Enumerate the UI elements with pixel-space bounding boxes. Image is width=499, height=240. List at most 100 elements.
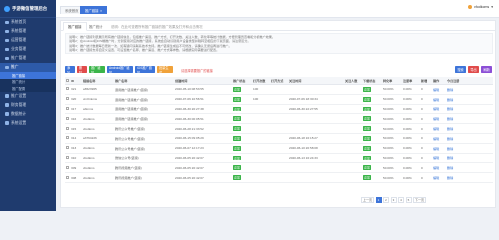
ios-link-button[interactable]: iOS推广链接 — [135, 66, 155, 75]
checkbox-icon[interactable] — [66, 106, 69, 110]
table-row[interactable]: 316 vfodkms 通用推广链接推广(链接) 2020-06-30 00:05:5… — [65, 113, 493, 125]
header-opens[interactable]: 打开次数 — [252, 77, 270, 85]
delete-link[interactable]: 删除 — [447, 176, 453, 180]
status-cell: 正常 — [362, 84, 382, 95]
edit-link[interactable]: 编辑 — [433, 166, 439, 170]
action-cell: 编辑 — [432, 133, 446, 144]
table-cell — [252, 143, 270, 154]
edit-link[interactable]: 编辑 — [433, 98, 439, 102]
header-followers[interactable]: 关注人数 — [344, 77, 362, 85]
export-button[interactable]: 导出 — [468, 66, 479, 73]
subtab-stats[interactable]: 推广统计 — [85, 22, 107, 31]
checkbox-icon[interactable] — [66, 165, 69, 169]
header-action[interactable]: 操作 — [432, 77, 446, 85]
table-cell — [288, 162, 344, 174]
sidebar-item-business[interactable]: 业务管理 — [0, 45, 56, 54]
sidebar-item-stats[interactable]: 数据统计 — [0, 110, 56, 119]
checkbox-icon[interactable] — [66, 126, 69, 130]
sidebar-item-promotion[interactable]: 推广 — [0, 63, 56, 72]
sidebar-item-operations[interactable]: 运营管理 — [0, 36, 56, 45]
android-link-button[interactable]: Android推广链接 — [107, 66, 133, 75]
table-row[interactable]: 309 vfodkms 腾讯视频推广(链接) 2020-06-05 20:42:07 正… — [65, 162, 493, 174]
table-row[interactable]: 308 vfodkms 腾讯视频推广(链接) 2020-06-05 20:42:07 正… — [65, 172, 493, 183]
header-created[interactable]: 创建时间 — [174, 77, 232, 85]
checkbox-icon[interactable] — [66, 136, 69, 140]
table-row[interactable]: 313 vfodkms 腾讯公众号推广(链接) 2020-06-07 12:17:23… — [65, 143, 493, 154]
close-icon[interactable]: × — [100, 9, 102, 13]
table-row[interactable]: 317 abtnms 通用推广链接推广(链接) 2020-06-30 20:27:38… — [65, 104, 493, 115]
table-row[interactable]: 320 vm0mkms 通用推广链接推广(链接) 2020-07-06 10:56:5… — [65, 94, 493, 105]
header-download[interactable]: 下载状态 — [362, 77, 382, 85]
status-cell: 正常 — [232, 143, 252, 154]
table-row[interactable]: 314 a3764226 腾讯公众号推广(链接) 2020-06-15 09:05:2… — [65, 133, 493, 144]
table-row[interactable]: 321 a6523965 通用推广链接推广(链接) 2020-05-10 08:53:… — [65, 84, 493, 95]
checkbox-icon[interactable] — [66, 78, 69, 82]
edit-link[interactable]: 编辑 — [433, 88, 439, 92]
pager-page-5[interactable]: 5 — [405, 196, 412, 203]
checkbox-icon[interactable] — [66, 116, 69, 120]
checkbox-icon[interactable] — [66, 146, 69, 150]
refresh-button[interactable]: 刷新 — [481, 66, 492, 73]
delete-link[interactable]: 删除 — [447, 147, 453, 151]
delete-link[interactable]: 删除 — [447, 88, 453, 92]
delete-link[interactable]: 删除 — [447, 137, 453, 141]
batch-generate-button[interactable]: 批量生成 — [157, 66, 173, 75]
checkbox-icon[interactable] — [66, 155, 69, 159]
delete-link[interactable]: 删除 — [447, 98, 453, 102]
search-button[interactable]: 搜索 — [455, 66, 466, 73]
table-cell: 2020-06-18 16:15:27 — [288, 133, 344, 144]
sidebar-item-home[interactable]: 系统首页 — [0, 18, 56, 27]
delete-link[interactable]: 删除 — [447, 127, 453, 131]
status-badge: 正常 — [233, 126, 241, 131]
header-status[interactable]: 推广状态 — [232, 77, 252, 85]
header-new[interactable]: 新增 — [420, 77, 432, 85]
tab-promotion-links[interactable]: 推广链接 × — [80, 6, 108, 14]
delete-link[interactable]: 删除 — [447, 107, 453, 111]
pager-page-1[interactable]: 1 — [375, 196, 382, 203]
table-cell: 2020-06-05 20:42:07 — [174, 162, 232, 174]
delete-link[interactable]: 删除 — [447, 156, 453, 160]
pager-page-3[interactable]: 3 — [390, 196, 397, 203]
table-cell: 320 — [70, 94, 82, 105]
sidebar-item-promotion-manage[interactable]: 推广管理 — [0, 54, 56, 63]
subtab-links[interactable]: 推广链接 — [63, 22, 87, 31]
header-link-name[interactable]: 链接名称 — [82, 77, 114, 85]
user-menu[interactable]: vfodkcms ▾ — [468, 5, 493, 9]
delete-button[interactable]: 删除 — [77, 66, 87, 75]
header-open-method[interactable]: 打开方式 — [270, 77, 288, 85]
sidebar-item-system-settings[interactable]: 系统设置 — [0, 119, 56, 128]
header-id[interactable]: ID — [70, 77, 82, 85]
header-follow-time[interactable]: 关注时间 — [288, 77, 344, 85]
edit-link[interactable]: 编辑 — [433, 107, 439, 111]
sidebar-item-promotion-settings[interactable]: 推广设置 — [0, 92, 56, 101]
edit-link[interactable]: 编辑 — [433, 147, 439, 151]
header-promo-name[interactable]: 推广名称 — [114, 77, 174, 85]
edit-link[interactable]: 编辑 — [433, 137, 439, 141]
checkbox-icon[interactable] — [66, 175, 69, 179]
delete-link[interactable]: 删除 — [447, 166, 453, 170]
edit-link[interactable]: 编辑 — [433, 176, 439, 180]
delete-link[interactable]: 删除 — [447, 117, 453, 121]
promo-link-button[interactable]: 推广链接 — [89, 66, 105, 75]
add-button[interactable]: 添加 — [65, 66, 75, 75]
edit-link[interactable]: 编辑 — [433, 117, 439, 121]
edit-link[interactable]: 编辑 — [433, 127, 439, 131]
subtab-hint: 说明：在此可查看所有推广链接的推广效果及打开和点击情况 — [111, 25, 203, 29]
pager-next[interactable]: 下一页 — [413, 196, 427, 203]
checkbox-icon[interactable] — [66, 87, 69, 91]
sidebar-item-system[interactable]: 系统管理 — [0, 27, 56, 36]
action-cell: 编辑 — [432, 162, 446, 174]
table-cell: 310 — [70, 153, 82, 164]
status-cell: 正常 — [362, 143, 382, 154]
header-today-register[interactable]: 今日注册 — [446, 77, 493, 85]
table-row[interactable]: 315 vfodkms 腾讯公众号推广(链接) 2020-06-28 21:33:52… — [65, 123, 493, 134]
pager-page-4[interactable]: 4 — [398, 196, 405, 203]
edit-link[interactable]: 编辑 — [433, 156, 439, 160]
header-conversion[interactable]: 转化率 — [382, 77, 402, 85]
header-register-rate[interactable]: 注册率 — [402, 77, 420, 85]
checkbox-icon[interactable] — [66, 97, 69, 101]
pager-page-2[interactable]: 2 — [383, 196, 390, 203]
sidebar-item-finance[interactable]: 财务管理 — [0, 101, 56, 110]
table-row[interactable]: 310 vfodkms 微信公众号(链接) 2020-06-05 20:42:07 正常… — [65, 153, 493, 164]
pager-prev[interactable]: 上一页 — [361, 196, 375, 203]
